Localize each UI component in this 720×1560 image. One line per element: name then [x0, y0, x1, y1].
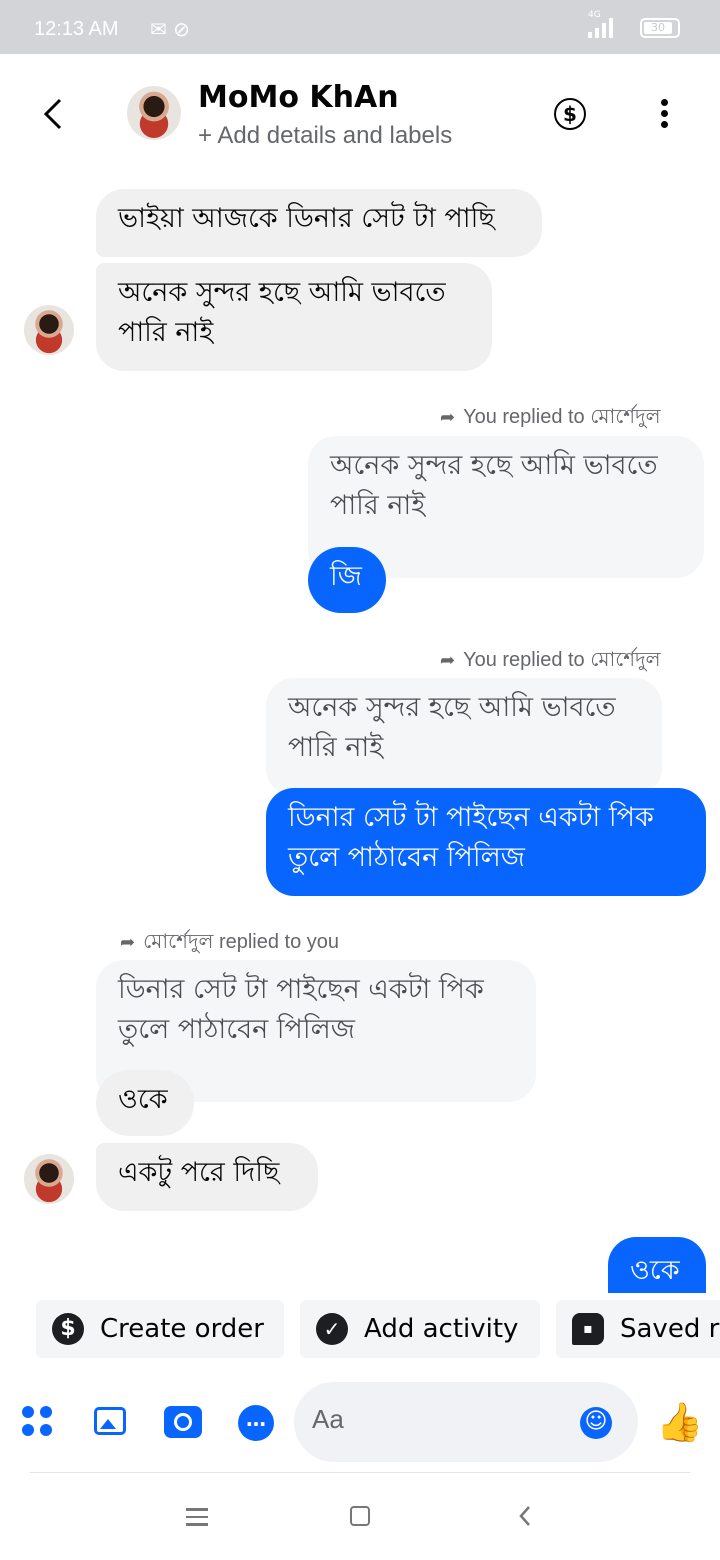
reply-arrow-icon: ➦ [440, 407, 456, 427]
add-details-link[interactable]: + Add details and labels [198, 122, 452, 150]
signal-icon [588, 16, 613, 38]
image-icon[interactable] [94, 1407, 126, 1435]
reply-label: মোর্শেদুল replied to you [143, 931, 340, 953]
like-icon[interactable]: 👍 [656, 1400, 703, 1445]
sent-message[interactable]: ডিনার সেট টা পাইছেন একটা পিক তুলে পাঠাবে… [266, 788, 706, 896]
status-bar: 12:13 AM ✉ ⊘ 4G 30 [0, 0, 720, 54]
create-order-label: Create order [100, 1314, 264, 1344]
reply-indicator: ➦ You replied to মোর্শেদুল [440, 402, 661, 435]
reply-arrow-icon: ➦ [120, 932, 136, 952]
saved-replies-button[interactable]: ▪ Saved r [556, 1300, 720, 1358]
reply-indicator: ➦ You replied to মোর্শেদুল [440, 645, 661, 678]
emoji-icon[interactable]: ☺ [580, 1407, 612, 1439]
sender-avatar[interactable] [24, 1154, 74, 1204]
message-input[interactable]: Aa ☺ [294, 1382, 638, 1462]
message-composer: … Aa ☺ 👍 [0, 1378, 720, 1468]
nav-recents-icon[interactable] [186, 1508, 208, 1526]
sent-message[interactable]: জি [308, 547, 386, 613]
reply-arrow-icon: ➦ [440, 650, 456, 670]
nav-home-icon[interactable] [350, 1506, 370, 1526]
more-icon[interactable] [656, 96, 672, 136]
dollar-icon[interactable]: $ [554, 98, 586, 130]
reply-label: You replied to মোর্শেদুল [463, 649, 661, 671]
reply-label: You replied to মোর্শেদুল [463, 406, 661, 428]
status-time: 12:13 AM [34, 18, 119, 40]
chat-header: MoMo KhAn + Add details and labels $ [0, 54, 720, 184]
check-icon: ✓ [316, 1313, 348, 1345]
sent-message[interactable]: ওকে [608, 1237, 706, 1293]
contact-avatar[interactable] [127, 86, 181, 140]
chat-icon[interactable]: … [238, 1405, 274, 1441]
create-order-button[interactable]: $ Create order [36, 1300, 284, 1358]
received-message[interactable]: ভাইয়া আজকে ডিনার সেট টা পাছি [96, 189, 542, 257]
sender-avatar[interactable] [24, 305, 74, 355]
battery-icon: 30 [640, 18, 680, 38]
divider [30, 1472, 690, 1473]
nav-back-icon[interactable] [518, 1504, 532, 1528]
received-message[interactable]: অনেক সুন্দর হছে আমি ভাবতে পারি নাই [96, 263, 492, 371]
camera-icon[interactable] [164, 1406, 202, 1438]
quoted-message[interactable]: অনেক সুন্দর হছে আমি ভাবতে পারি নাই [266, 678, 662, 796]
back-chevron-icon[interactable] [40, 94, 66, 134]
received-message[interactable]: ওকে [96, 1070, 194, 1136]
saved-replies-icon: ▪ [572, 1313, 604, 1345]
message-input-placeholder: Aa [312, 1404, 344, 1434]
add-activity-button[interactable]: ✓ Add activity [300, 1300, 540, 1358]
contact-name[interactable]: MoMo KhAn [198, 80, 399, 115]
menu-dots-icon[interactable] [22, 1406, 54, 1438]
add-activity-label: Add activity [364, 1314, 519, 1344]
received-message[interactable]: একটু পরে দিছি [96, 1143, 318, 1211]
status-notification-icons: ✉ ⊘ [150, 17, 190, 41]
dollar-icon: $ [52, 1313, 84, 1345]
battery-level: 30 [644, 22, 672, 34]
reply-indicator: ➦ মোর্শেদুল replied to you [120, 927, 339, 960]
saved-replies-label: Saved r [620, 1314, 720, 1344]
